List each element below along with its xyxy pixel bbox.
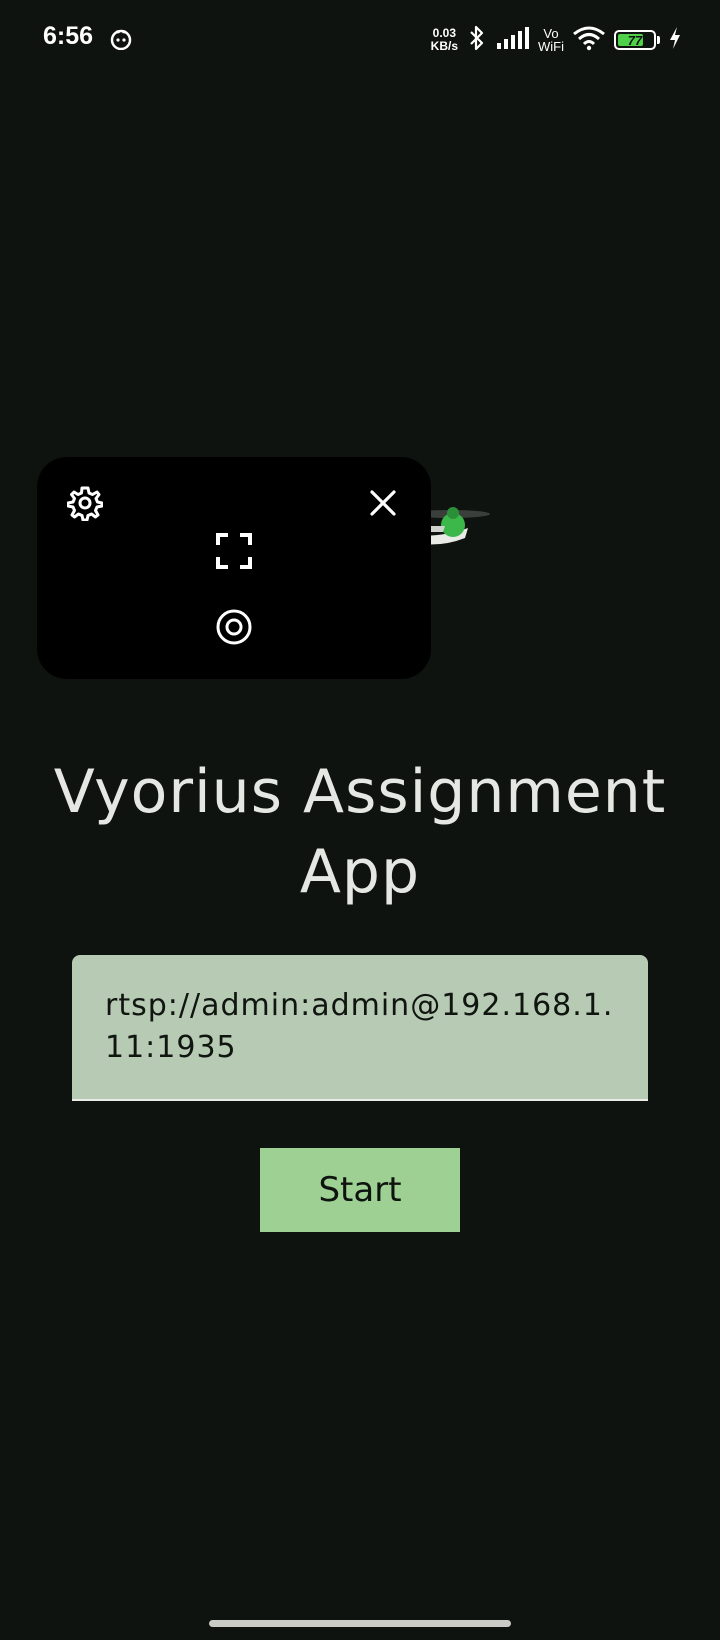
record-icon [215,608,253,650]
charging-icon [668,26,682,54]
network-speed-unit: KB/s [430,39,458,53]
signal-icon [496,25,530,55]
record-button[interactable] [212,607,256,651]
app-notification-icon [110,28,132,51]
floating-video-overlay[interactable] [37,457,431,679]
bluetooth-icon [466,24,488,56]
fullscreen-button[interactable] [212,531,256,575]
fullscreen-icon [215,532,253,574]
status-bar: 6:56 0.03 KB/s Vo WiFi 77 [0,0,720,80]
battery-level: 77 [627,32,643,48]
battery-indicator: 77 [614,30,660,50]
start-button[interactable]: Start [260,1148,460,1232]
app-title: Vyorius Assignment App [53,757,667,907]
settings-button[interactable] [63,483,107,527]
battery-cap [657,36,660,44]
wifi-icon [572,25,606,55]
close-button[interactable] [361,483,405,527]
rtsp-url-input[interactable]: rtsp://admin:admin@192.168.1.11:1935 [72,955,648,1101]
battery-icon: 77 [614,30,656,50]
settings-icon [66,485,104,525]
close-icon [369,489,397,521]
network-speed: 0.03 KB/s [431,27,458,53]
status-time: 6:56 [43,22,94,50]
status-icons: 0.03 KB/s Vo WiFi 77 [431,22,682,58]
vowifi-bottom: WiFi [538,39,564,54]
home-indicator[interactable] [209,1620,511,1627]
vowifi-indicator: Vo WiFi [538,27,564,53]
rtsp-url-value[interactable]: rtsp://admin:admin@192.168.1.11:1935 [105,985,616,1069]
